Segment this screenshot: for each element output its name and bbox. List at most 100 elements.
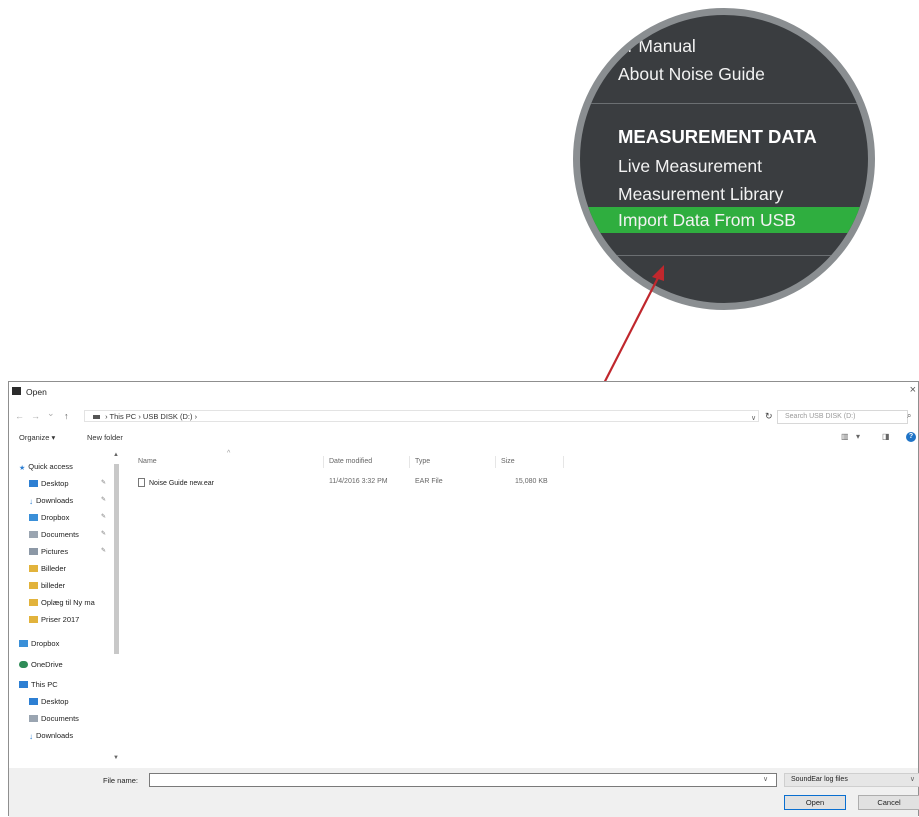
nav-item-this-pc-documents[interactable]: Documents [29, 714, 79, 723]
dialog-title: Open [26, 387, 47, 397]
file-list: ^ Name Date modified Type Size Noise Gui… [127, 450, 918, 768]
open-file-dialog: Open × ← → ⌄ ↑ › This PC › USB DISK (D:)… [8, 381, 919, 817]
breadcrumb[interactable]: › This PC › USB DISK (D:) › [84, 410, 759, 422]
file-name-dropdown-icon[interactable]: ∨ [763, 775, 768, 783]
scroll-up-icon[interactable]: ▲ [113, 452, 119, 458]
column-header-date-modified[interactable]: Date modified [329, 458, 372, 465]
search-icon[interactable]: ⌕ [907, 411, 911, 421]
file-name: Noise Guide new.ear [149, 480, 214, 487]
nav-item-onedrive[interactable]: OneDrive [19, 660, 63, 669]
refresh-icon[interactable]: ↻ [765, 411, 773, 422]
nav-item-quick-access[interactable]: ★ Quick access [19, 462, 73, 472]
file-icon [138, 478, 145, 487]
menu-divider [580, 255, 868, 256]
column-separator[interactable] [409, 456, 410, 468]
back-arrow-icon[interactable]: ← [15, 411, 24, 421]
organize-button[interactable]: Organize ▾ [19, 433, 55, 442]
drive-icon [93, 415, 100, 420]
cancel-button[interactable]: Cancel [858, 795, 919, 810]
file-name-cell: Noise Guide new.ear [138, 478, 214, 487]
breadcrumb-sep: › [194, 412, 198, 421]
dialog-footer: File name: ∨ SoundEar log files ∨ Open C… [9, 768, 919, 817]
column-separator[interactable] [563, 456, 564, 468]
dropbox-icon [19, 640, 28, 647]
chevron-down-icon: ∨ [909, 776, 915, 783]
column-separator[interactable] [323, 456, 324, 468]
nav-item-downloads[interactable]: ↓ Downloads [29, 496, 74, 506]
pin-icon: ✎ [101, 514, 107, 520]
column-header-size[interactable]: Size [501, 458, 515, 465]
open-button[interactable]: Open [784, 795, 846, 810]
dropbox-icon [29, 514, 38, 521]
recent-locations-chevron-icon[interactable]: ⌄ [47, 408, 55, 419]
menu-item-about-noise-guide[interactable]: About Noise Guide [618, 64, 765, 85]
nav-item-dropbox-root[interactable]: Dropbox [19, 639, 59, 648]
pictures-icon [29, 548, 38, 555]
forward-arrow-icon[interactable]: → [31, 411, 40, 421]
app-icon [12, 387, 21, 395]
nav-item-pictures[interactable]: Pictures [29, 547, 68, 556]
column-header-name[interactable]: Name [138, 458, 157, 465]
scrollbar-thumb[interactable] [114, 464, 119, 654]
nav-item-label: Downloads [36, 496, 74, 505]
file-date-cell: 11/4/2016 3:32 PM [329, 478, 388, 485]
pin-icon: ✎ [101, 480, 107, 486]
search-input[interactable]: Search USB DISK (D:) [777, 410, 908, 424]
menu-item-measurement-library[interactable]: Measurement Library [618, 184, 783, 205]
document-icon [29, 715, 38, 722]
nav-item-label: Oplæg til Ny ma [41, 598, 95, 607]
computer-icon [19, 681, 28, 688]
magnifier-callout: er Manual About Noise Guide MEASUREMENT … [573, 8, 875, 310]
nav-item-label: Documents [41, 530, 79, 539]
view-dropdown-icon[interactable]: ▾ [856, 432, 860, 441]
nav-item-label: billeder [41, 581, 66, 590]
address-dropdown-icon[interactable]: ∨ [751, 414, 756, 422]
up-arrow-icon[interactable]: ↑ [64, 411, 69, 421]
pin-icon: ✎ [101, 531, 107, 537]
nav-item-dropbox[interactable]: Dropbox [29, 513, 69, 522]
nav-item-label: Dropbox [31, 639, 60, 648]
folder-icon [29, 616, 38, 623]
close-icon[interactable]: × [910, 384, 916, 396]
nav-item-label: Priser 2017 [41, 615, 80, 624]
column-separator[interactable] [495, 456, 496, 468]
nav-item-billeder-2[interactable]: billeder [29, 581, 65, 590]
menu-item-user-manual[interactable]: er Manual [618, 36, 696, 57]
folder-icon [29, 565, 38, 572]
nav-item-billeder[interactable]: Billeder [29, 564, 66, 573]
nav-item-documents[interactable]: Documents [29, 530, 79, 539]
file-row[interactable]: Noise Guide new.ear 11/4/2016 3:32 PM EA… [127, 476, 567, 490]
scroll-down-icon[interactable]: ▼ [113, 755, 119, 761]
nav-item-this-pc-desktop[interactable]: Desktop [29, 697, 69, 706]
nav-item-label: Downloads [36, 731, 74, 740]
new-folder-button[interactable]: New folder [87, 433, 123, 442]
nav-item-oplaeg[interactable]: Oplæg til Ny ma [29, 598, 95, 607]
download-icon: ↓ [29, 497, 33, 506]
file-type-filter[interactable]: SoundEar log files ∨ [784, 773, 919, 787]
nav-item-label: Desktop [41, 697, 69, 706]
preview-pane-icon[interactable]: ◨ [882, 432, 890, 441]
nav-item-desktop[interactable]: Desktop [29, 479, 69, 488]
download-icon: ↓ [29, 732, 33, 741]
nav-item-this-pc-downloads[interactable]: ↓ Downloads [29, 731, 74, 741]
view-options-icon[interactable]: ▥ [841, 432, 849, 441]
folder-icon [29, 599, 38, 606]
nav-item-priser-2017[interactable]: Priser 2017 [29, 615, 79, 624]
breadcrumb-this-pc[interactable]: This PC [110, 412, 137, 421]
nav-item-label: Pictures [41, 547, 69, 556]
nav-item-label: Desktop [41, 479, 69, 488]
nav-item-label: Documents [41, 714, 79, 723]
menu-item-import-data-from-usb[interactable]: Import Data From USB [618, 210, 796, 231]
address-bar: ← → ⌄ ↑ › This PC › USB DISK (D:) › ∨ ↻ … [9, 404, 918, 426]
file-type-cell: EAR File [415, 478, 443, 485]
breadcrumb-usb-disk[interactable]: USB DISK (D:) [143, 412, 193, 421]
menu-item-live-measurement[interactable]: Live Measurement [618, 156, 762, 177]
nav-item-this-pc[interactable]: This PC [19, 680, 58, 689]
column-header-type[interactable]: Type [415, 458, 430, 465]
help-icon[interactable]: ? [906, 432, 916, 442]
command-bar: Organize ▾ New folder ▥ ▾ ◨ ? [9, 429, 918, 447]
menu-divider [580, 103, 868, 104]
file-name-input[interactable] [149, 773, 777, 787]
nav-item-label: OneDrive [31, 660, 63, 669]
star-icon: ★ [19, 465, 26, 472]
